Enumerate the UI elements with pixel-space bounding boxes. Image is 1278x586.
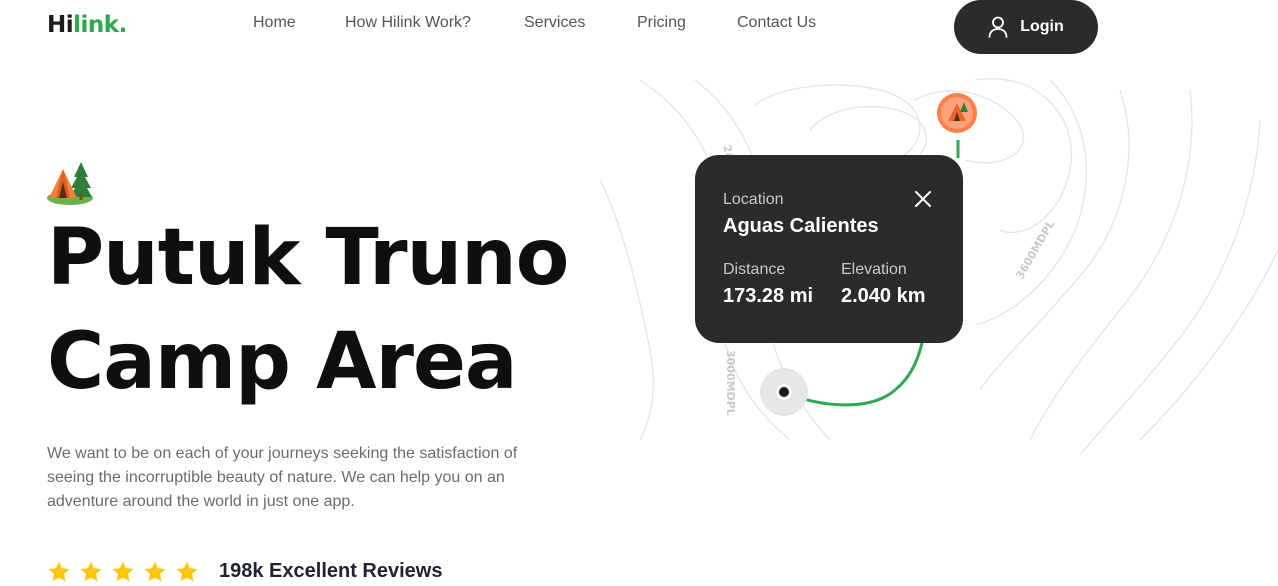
nav-services[interactable]: Services [524, 14, 585, 32]
star-icon [112, 561, 134, 582]
star-icon [48, 561, 70, 582]
star-icon [144, 561, 166, 582]
destination-pin-icon [937, 93, 977, 133]
start-pin-icon [760, 368, 808, 416]
distance-label: Distance [723, 261, 786, 278]
location-label: Location [723, 191, 784, 208]
nav-contact-us[interactable]: Contact Us [737, 14, 816, 32]
nav-pricing[interactable]: Pricing [637, 14, 686, 32]
distance-value: 173.28 mi [723, 285, 814, 307]
close-icon[interactable] [912, 188, 934, 210]
user-icon [988, 16, 1008, 38]
location-card: Location Aguas Calientes Distance 173.28… [695, 155, 963, 343]
contour-label-3000: 3000MDPL [724, 350, 737, 416]
location-value: Aguas Calientes [723, 215, 879, 237]
nav-how-it-works[interactable]: How Hilink Work? [345, 14, 471, 32]
elevation-value: 2.040 km [841, 285, 926, 307]
login-button[interactable]: Login [954, 0, 1098, 54]
hero-title-line2: Camp Area [47, 317, 518, 407]
camp-tent-icon [47, 162, 93, 205]
hero-title: Putuk Truno Camp Area [47, 206, 569, 414]
rating-stars [47, 560, 199, 584]
login-label: Login [1020, 18, 1064, 35]
star-icon [80, 561, 102, 582]
hero-description: We want to be on each of your journeys s… [47, 445, 518, 510]
elevation-label: Elevation [841, 261, 907, 278]
star-icon [176, 561, 198, 582]
nav-home[interactable]: Home [253, 14, 296, 32]
reviews-label: 198k Excellent Reviews [219, 560, 443, 582]
hero-title-line1: Putuk Truno [47, 213, 569, 303]
main-nav: Home How Hilink Work? Services Pricing C… [0, 14, 900, 34]
